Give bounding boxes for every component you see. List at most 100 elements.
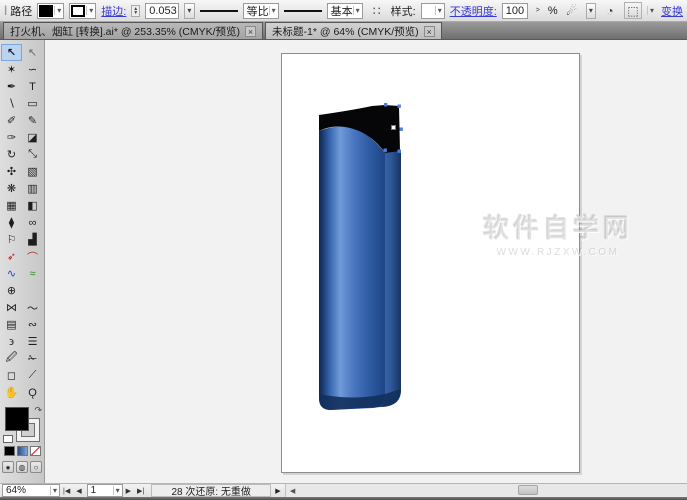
artboard[interactable]	[281, 53, 580, 473]
pen-tool-icon[interactable]: ✒	[1, 78, 22, 95]
tab-close-icon[interactable]: ×	[245, 26, 256, 37]
next-artboard-button[interactable]: ▶	[123, 484, 134, 497]
stroke-weight-stepper[interactable]: ▲ ▼	[131, 5, 140, 17]
screen-mode-full-icon[interactable]: ◍	[16, 461, 28, 473]
scrollbar-thumb[interactable]	[518, 485, 538, 495]
stepper-down-icon[interactable]: ▼	[133, 11, 138, 15]
paintbrush-tool-icon[interactable]: ✐	[1, 112, 22, 129]
transform-link[interactable]: 变换	[661, 3, 683, 19]
slice-tool-icon[interactable]: ⟋	[22, 367, 43, 384]
scale-tool-icon[interactable]: ⤡	[22, 146, 43, 163]
stroke-panel-link[interactable]: 描边:	[101, 3, 126, 19]
symbol-sprayer-tool-icon[interactable]: ❋	[1, 180, 22, 197]
swap-fill-stroke-icon[interactable]: ↷	[34, 405, 42, 416]
scroll-left-icon[interactable]: ◀	[286, 487, 300, 495]
fill-dropdown-arrow-icon[interactable]: ▾	[54, 6, 63, 15]
fill-color-picker[interactable]: ▾	[37, 3, 64, 19]
screen-mode-row: ● ◍ ○	[0, 461, 44, 473]
artboard-dropdown-arrow-icon[interactable]: ▾	[113, 486, 122, 495]
graphic-style-select[interactable]: ▾	[421, 3, 445, 19]
line-segment-tool-icon[interactable]: ∖	[1, 95, 22, 112]
opacity-input[interactable]: 100	[502, 3, 528, 19]
column-graph-tool-icon[interactable]: ▥	[22, 180, 43, 197]
width-profile-arrow-icon[interactable]: ▾	[269, 6, 278, 15]
isolate-dropdown[interactable]: ▾	[586, 3, 596, 19]
selection-tool-icon[interactable]: ↖	[1, 44, 22, 61]
blend-tool-icon[interactable]: ∞	[22, 214, 43, 231]
screen-mode-presentation-icon[interactable]: ○	[30, 461, 42, 473]
rotate-tool-icon[interactable]: ↻	[1, 146, 22, 163]
fill-box[interactable]	[5, 407, 29, 431]
stroke-dropdown-arrow-icon[interactable]: ▾	[86, 6, 95, 15]
warp-tool-icon[interactable]: ✣	[1, 163, 22, 180]
stroke-weight-dropdown[interactable]: ▾	[184, 3, 194, 19]
hand-tool-icon[interactable]: ✋	[1, 384, 22, 401]
status-flyout-icon[interactable]: ▶	[271, 487, 284, 495]
magic-wand-tool-icon[interactable]: ✶	[1, 61, 22, 78]
recolor-artwork-icon[interactable]: ◔	[601, 2, 619, 19]
mesh-tool-icon[interactable]: ▦	[1, 197, 22, 214]
graph-tool-icon[interactable]: ▟	[22, 231, 43, 248]
eraser-tool-icon[interactable]: ◪	[22, 129, 43, 146]
brush-arrow-icon[interactable]: ▾	[353, 6, 362, 15]
isolate-selected-icon[interactable]: ☄	[563, 2, 581, 19]
last-artboard-button[interactable]: ▶|	[134, 484, 147, 497]
tab-close-icon[interactable]: ×	[424, 26, 435, 37]
blue-zigzag-tool-icon[interactable]: ∿	[1, 265, 22, 282]
pencil-tool-icon[interactable]: ✎	[22, 112, 43, 129]
eyedropper-tool-icon[interactable]: ⧫	[1, 214, 22, 231]
gradient-tool-icon[interactable]: ◧	[22, 197, 43, 214]
select-similar-icon[interactable]: ⬚	[624, 2, 642, 19]
scribble-tool-icon[interactable]: ϶	[1, 333, 22, 350]
default-fill-stroke-icon[interactable]	[3, 435, 13, 443]
target-tool-icon[interactable]: ⊕	[1, 282, 22, 299]
stroke-weight-input[interactable]: 0.053	[145, 3, 179, 19]
tab-lighter-document[interactable]: 打火机、烟缸 [转换].ai* @ 253.35% (CMYK/预览) ×	[3, 22, 263, 39]
perspective-grid-tool-icon[interactable]: ▤	[1, 316, 22, 333]
color-waves-tool-icon[interactable]: ≈	[22, 265, 43, 282]
fill-stroke-control[interactable]: ↷	[5, 407, 39, 441]
style-dots-icon[interactable]: ∷	[368, 2, 386, 19]
brush-select[interactable]: 基本 ▾	[327, 3, 363, 19]
artboard-tool-icon[interactable]: ◻	[1, 367, 22, 384]
rectangle-tool-icon[interactable]: ▭	[22, 95, 43, 112]
stroke-color-picker[interactable]: ▾	[69, 3, 96, 19]
banner-warp-tool-icon[interactable]: 〜	[22, 299, 43, 316]
blank-slot[interactable]	[22, 282, 43, 299]
screen-mode-normal-icon[interactable]: ●	[2, 461, 14, 473]
paint-none-button[interactable]	[30, 446, 41, 456]
eyedropper-ruler-left-tool-icon[interactable]: 🖉	[1, 350, 22, 367]
blob-brush-tool-icon[interactable]: ✑	[1, 129, 22, 146]
lines-tool-icon[interactable]: ☰	[22, 333, 43, 350]
lighter-drawing[interactable]	[282, 54, 581, 474]
red-curve-tool-icon[interactable]: ⌒	[22, 248, 43, 265]
zoom-dropdown-arrow-icon[interactable]: ▾	[50, 486, 59, 495]
canvas[interactable]: 软件自学网 WWW.RJZXW.COM	[45, 40, 687, 483]
tab-untitled-document[interactable]: 未标题-1* @ 64% (CMYK/预览) ×	[265, 22, 442, 39]
prev-artboard-button[interactable]: ◀	[73, 484, 84, 497]
horizontal-scrollbar[interactable]: ◀	[285, 484, 687, 497]
direct-selection-tool-icon[interactable]: ↖	[22, 44, 43, 61]
red-pen-tool-icon[interactable]: ➶	[1, 248, 22, 265]
width-profile-select[interactable]: 等比 ▾	[243, 3, 279, 19]
first-artboard-button[interactable]: |◀	[60, 484, 73, 497]
lasso-tool-icon[interactable]: ∽	[22, 61, 43, 78]
zoom-tool-icon[interactable]: Ǫ	[22, 384, 43, 401]
zoom-level-select[interactable]: 64% ▾	[2, 484, 60, 497]
opacity-link[interactable]: 不透明度:	[450, 3, 497, 19]
spiral-warp-tool-icon[interactable]: ∾	[22, 316, 43, 333]
select-similar-arrow-icon[interactable]: ▾	[647, 6, 656, 15]
artboard-number-select[interactable]: 1 ▾	[87, 484, 123, 497]
envelope-tool-icon[interactable]: ⋈	[1, 299, 22, 316]
fill-color-swatch[interactable]	[39, 5, 53, 17]
paint-color-button[interactable]	[4, 446, 15, 456]
stroke-color-swatch[interactable]	[71, 5, 85, 17]
paint-gradient-button[interactable]	[17, 446, 28, 456]
graphic-style-arrow-icon[interactable]: ▾	[435, 6, 444, 15]
type-tool-icon[interactable]: T	[22, 78, 43, 95]
eyedropper-ruler-right-tool-icon[interactable]: ✁	[22, 350, 43, 367]
live-paint-tool-icon[interactable]: ⚐	[1, 231, 22, 248]
lighter-body[interactable]	[319, 127, 385, 411]
free-transform-tool-icon[interactable]: ▧	[22, 163, 43, 180]
opacity-step-button[interactable]: >	[533, 4, 543, 17]
